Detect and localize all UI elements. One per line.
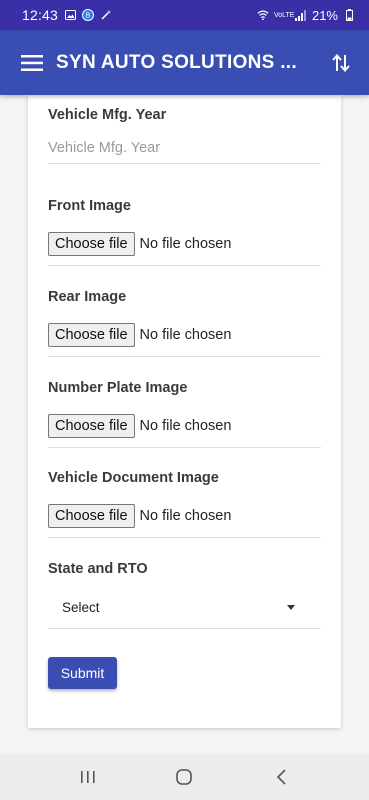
battery-percent: 21%: [311, 7, 338, 23]
vehicle-document-image-field: Vehicle Document Image Choose file No fi…: [48, 470, 321, 538]
mfg-year-underline: [48, 163, 321, 164]
status-time: 12:43: [22, 7, 59, 23]
number-plate-image-file-input: Choose file No file chosen: [48, 414, 321, 438]
wifi-icon: [257, 9, 269, 21]
home-icon[interactable]: [164, 762, 204, 792]
number-plate-image-label: Number Plate Image: [48, 380, 188, 396]
rear-image-choose-file-button[interactable]: Choose file: [48, 323, 135, 347]
state-rto-field: State and RTO Select: [48, 561, 321, 629]
vehicle-document-image-underline: [48, 537, 321, 538]
front-image-field: Front Image Choose file No file chosen: [48, 198, 321, 266]
rear-image-file-input: Choose file No file chosen: [48, 323, 321, 347]
state-rto-label: State and RTO: [48, 561, 148, 577]
dropdown-caret-icon: [287, 604, 295, 610]
magic-wand-icon: [100, 9, 112, 21]
recents-icon[interactable]: [68, 762, 108, 792]
system-nav-bar: [0, 754, 369, 800]
svg-text:B: B: [86, 13, 91, 20]
gallery-notification-icon: [64, 9, 76, 21]
app-title: SYN AUTO SOLUTIONS ...: [56, 51, 296, 73]
number-plate-image-file-status: No file chosen: [139, 418, 232, 434]
front-image-choose-file-button[interactable]: Choose file: [48, 232, 135, 256]
front-image-label: Front Image: [48, 198, 131, 214]
vehicle-document-image-file-status: No file chosen: [139, 508, 232, 524]
back-icon[interactable]: [261, 762, 301, 792]
front-image-file-status: No file chosen: [139, 236, 232, 252]
front-image-underline: [48, 265, 321, 266]
submit-button[interactable]: Submit: [48, 657, 117, 689]
form-card: Vehicle Mfg. Year Front Image Choose fil…: [28, 95, 341, 728]
app-bar: SYN AUTO SOLUTIONS ...: [0, 30, 369, 95]
number-plate-image-choose-file-button[interactable]: Choose file: [48, 414, 135, 438]
status-bar: 12:43 B VoLTE 21%: [0, 0, 369, 30]
state-rto-selected-value: Select: [62, 599, 100, 615]
rear-image-underline: [48, 356, 321, 357]
battery-icon: [343, 9, 355, 21]
vehicle-document-image-label: Vehicle Document Image: [48, 470, 219, 486]
number-plate-image-field: Number Plate Image Choose file No file c…: [48, 380, 321, 448]
mfg-year-label: Vehicle Mfg. Year: [48, 107, 167, 123]
front-image-file-input: Choose file No file chosen: [48, 232, 321, 256]
number-plate-image-underline: [48, 447, 321, 448]
vehicle-document-image-choose-file-button[interactable]: Choose file: [48, 504, 135, 528]
mfg-year-field: Vehicle Mfg. Year: [48, 107, 321, 164]
rear-image-label: Rear Image: [48, 289, 127, 305]
state-rto-underline: [48, 628, 321, 629]
signal-icon: [294, 9, 307, 21]
hamburger-menu-icon[interactable]: [20, 51, 44, 75]
app-notification-icon: B: [82, 9, 95, 21]
state-rto-select[interactable]: Select: [48, 595, 321, 619]
mfg-year-input[interactable]: [48, 137, 321, 159]
swap-vertical-icon[interactable]: [329, 51, 353, 75]
vehicle-document-image-file-input: Choose file No file chosen: [48, 504, 321, 528]
rear-image-file-status: No file chosen: [139, 327, 232, 343]
rear-image-field: Rear Image Choose file No file chosen: [48, 289, 321, 357]
volte-label: VoLTE: [273, 11, 295, 19]
